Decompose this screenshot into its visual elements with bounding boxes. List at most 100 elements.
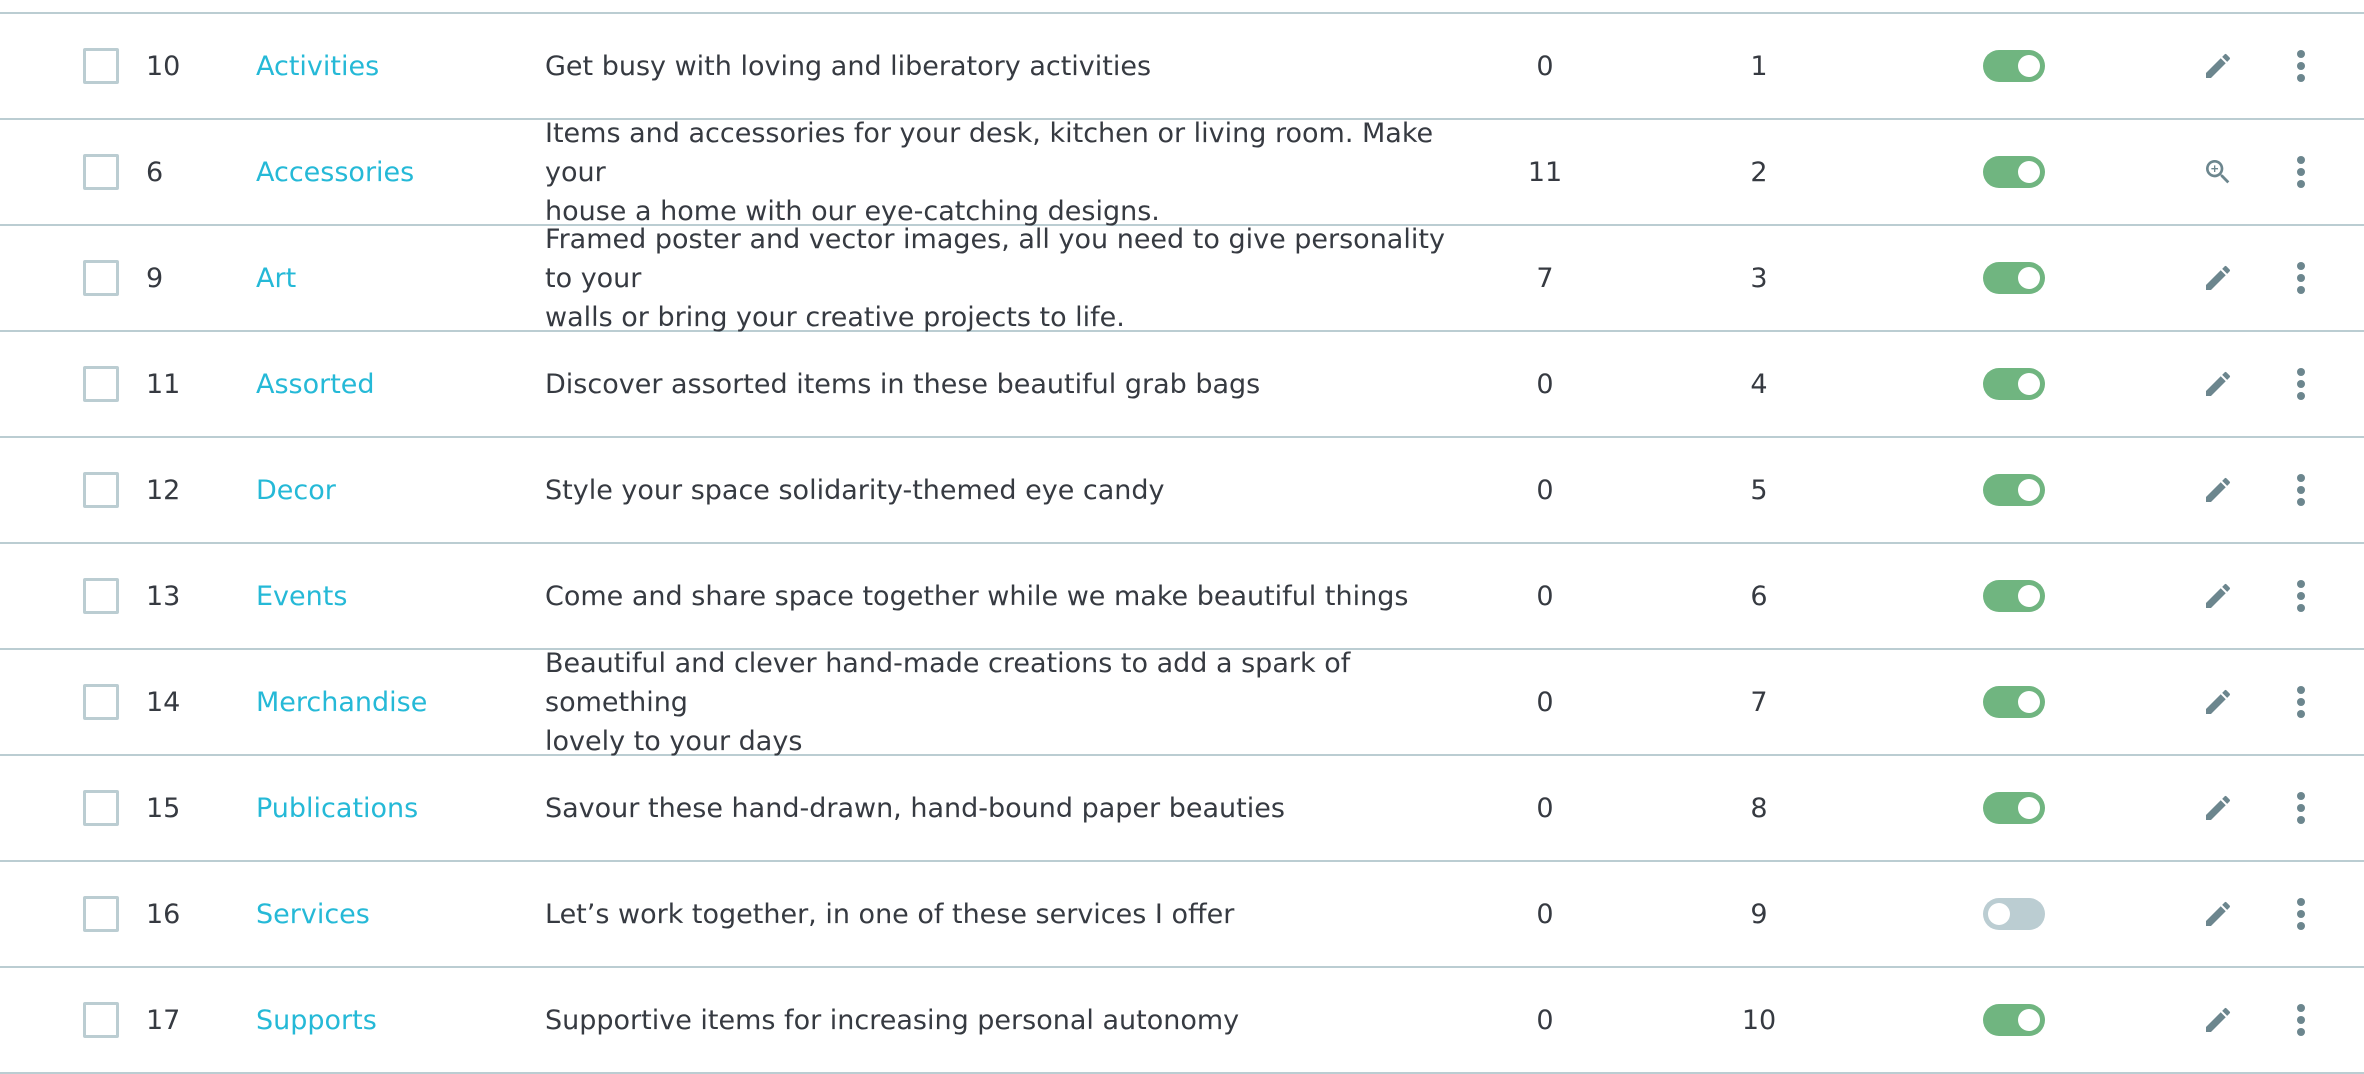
category-id: 6 <box>146 120 226 224</box>
toggle-knob <box>2018 55 2040 77</box>
category-id-text: 10 <box>146 50 181 82</box>
row-checkbox[interactable] <box>83 48 119 84</box>
description-line: Style your space solidarity-themed eye c… <box>545 474 1165 506</box>
category-name-link[interactable]: Decor <box>256 475 336 506</box>
status-toggle[interactable] <box>1983 580 2045 612</box>
row-checkbox[interactable] <box>83 578 119 614</box>
status-toggle[interactable] <box>1983 792 2045 824</box>
category-id-text: 14 <box>146 686 181 718</box>
products-count: 7 <box>1495 226 1595 330</box>
edit-icon <box>2202 50 2234 82</box>
row-checkbox[interactable] <box>83 260 119 296</box>
status-cell <box>1983 14 2047 118</box>
edit-button[interactable] <box>2196 438 2240 542</box>
category-position: 3 <box>1709 226 1809 330</box>
edit-button[interactable] <box>2196 650 2240 754</box>
row-checkbox[interactable] <box>83 790 119 826</box>
category-name-cell: Decor <box>256 438 516 542</box>
row-more-button[interactable] <box>2286 544 2316 648</box>
row-checkbox[interactable] <box>83 154 119 190</box>
status-cell <box>1983 544 2047 648</box>
position-text: 9 <box>1750 898 1768 930</box>
products-count-text: 0 <box>1536 686 1554 718</box>
position-text: 7 <box>1750 686 1768 718</box>
status-toggle[interactable] <box>1983 50 2045 82</box>
category-name-link[interactable]: Supports <box>256 1005 377 1036</box>
table-row: 6 Accessories Items and accessories for … <box>0 118 2364 227</box>
table-body: 10 Activities Get busy with loving and l… <box>0 14 2364 1074</box>
edit-button[interactable] <box>2196 226 2240 330</box>
row-more-button[interactable] <box>2286 226 2316 330</box>
products-count-text: 11 <box>1527 156 1563 188</box>
category-name-link[interactable]: Events <box>256 581 347 612</box>
description-line: Discover assorted items in these beautif… <box>545 368 1261 400</box>
edit-button[interactable] <box>2196 862 2240 966</box>
status-toggle[interactable] <box>1983 368 2045 400</box>
category-name-link[interactable]: Services <box>256 899 370 930</box>
category-name-cell: Merchandise <box>256 650 516 754</box>
edit-button[interactable] <box>2196 968 2240 1072</box>
row-more-button[interactable] <box>2286 332 2316 436</box>
row-more-button[interactable] <box>2286 968 2316 1072</box>
row-checkbox[interactable] <box>83 1002 119 1038</box>
row-more-button[interactable] <box>2286 650 2316 754</box>
edit-icon <box>2202 1004 2234 1036</box>
category-position: 4 <box>1709 332 1809 436</box>
row-checkbox[interactable] <box>83 896 119 932</box>
category-description: Items and accessories for your desk, kit… <box>545 118 1465 227</box>
edit-icon <box>2202 368 2234 400</box>
row-select-cell <box>83 226 123 330</box>
description-line: lovely to your days <box>545 725 803 757</box>
table-row: 15 Publications Savour these hand-drawn,… <box>0 756 2364 862</box>
status-toggle[interactable] <box>1983 898 2045 930</box>
view-button[interactable] <box>2196 120 2240 224</box>
status-cell <box>1983 332 2047 436</box>
row-checkbox[interactable] <box>83 684 119 720</box>
category-description: Discover assorted items in these beautif… <box>545 332 1465 436</box>
row-checkbox[interactable] <box>83 366 119 402</box>
category-name-link[interactable]: Assorted <box>256 369 375 400</box>
category-id-text: 17 <box>146 1004 181 1036</box>
category-name-link[interactable]: Art <box>256 263 296 294</box>
category-name-link[interactable]: Activities <box>256 51 379 82</box>
category-id-text: 11 <box>146 368 181 400</box>
edit-button[interactable] <box>2196 14 2240 118</box>
status-toggle[interactable] <box>1983 1004 2045 1036</box>
status-toggle[interactable] <box>1983 686 2045 718</box>
description-lines: Style your space solidarity-themed eye c… <box>545 471 1165 510</box>
edit-button[interactable] <box>2196 544 2240 648</box>
category-description: Framed poster and vector images, all you… <box>545 224 1465 333</box>
more-vertical-icon <box>2296 1003 2306 1037</box>
products-count-text: 0 <box>1536 50 1554 82</box>
category-name-link[interactable]: Publications <box>256 793 418 824</box>
row-select-cell <box>83 438 123 542</box>
products-count: 11 <box>1495 120 1595 224</box>
edit-button[interactable] <box>2196 756 2240 860</box>
category-name-link[interactable]: Merchandise <box>256 687 427 718</box>
status-toggle[interactable] <box>1983 156 2045 188</box>
status-cell <box>1983 226 2047 330</box>
row-select-cell <box>83 120 123 224</box>
edit-icon <box>2202 686 2234 718</box>
row-more-button[interactable] <box>2286 756 2316 860</box>
toggle-knob <box>2018 479 2040 501</box>
description-line: Come and share space together while we m… <box>545 580 1409 612</box>
row-more-button[interactable] <box>2286 14 2316 118</box>
row-checkbox[interactable] <box>83 472 119 508</box>
position-text: 10 <box>1741 1004 1777 1036</box>
row-more-button[interactable] <box>2286 438 2316 542</box>
category-name-link[interactable]: Accessories <box>256 157 414 188</box>
status-toggle[interactable] <box>1983 262 2045 294</box>
edit-icon <box>2202 580 2234 612</box>
zoom-icon <box>2202 156 2234 188</box>
status-cell <box>1983 438 2047 542</box>
edit-icon <box>2202 792 2234 824</box>
row-more-button[interactable] <box>2286 120 2316 224</box>
products-count-text: 0 <box>1536 368 1554 400</box>
category-position: 6 <box>1709 544 1809 648</box>
status-toggle[interactable] <box>1983 474 2045 506</box>
edit-button[interactable] <box>2196 332 2240 436</box>
position-text: 5 <box>1750 474 1768 506</box>
table-row: 13 Events Come and share space together … <box>0 544 2364 650</box>
row-more-button[interactable] <box>2286 862 2316 966</box>
